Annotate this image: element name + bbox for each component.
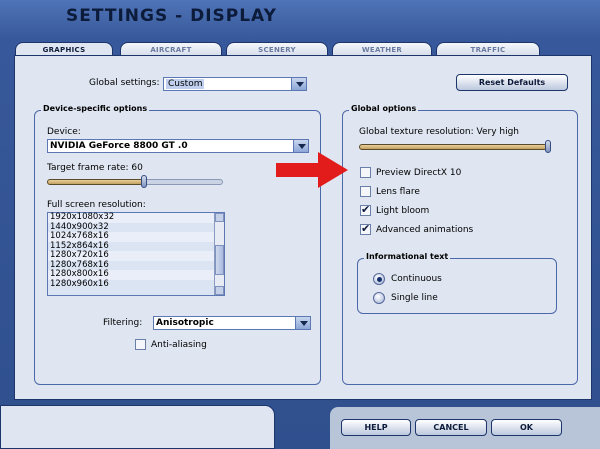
informational-text-group: Informational text Continuous Single lin… [357,252,557,314]
global-settings-value: Custom [166,79,205,89]
filtering-select[interactable]: Anisotropic [153,316,311,330]
resolution-scrollbar[interactable] [214,213,224,295]
window-title: SETTINGS - DISPLAY [66,6,277,26]
lens-flare-checkbox[interactable] [360,186,371,197]
advanced-animations-label: Advanced animations [376,225,474,235]
scroll-down-icon[interactable] [215,286,224,295]
preview-directx10-label: Preview DirectX 10 [376,168,462,178]
device-select[interactable]: NVIDIA GeForce 8800 GT .0 [47,139,309,153]
continuous-label: Continuous [391,274,442,284]
resolution-label: Full screen resolution: [47,200,146,210]
frame-rate-slider-fill [47,179,143,185]
red-arrow-icon [276,152,348,188]
global-settings-label: Global settings: [89,78,160,88]
continuous-radio[interactable] [373,273,385,285]
global-options-group: Global options Global texture resolution… [342,104,578,385]
light-bloom-label: Light bloom [376,206,430,216]
texture-slider-fill [359,144,547,150]
texture-slider-thumb[interactable] [545,140,551,153]
help-button[interactable]: HELP [341,419,411,436]
frame-rate-slider-thumb[interactable] [141,175,147,188]
device-options-title: Device-specific options [41,104,150,113]
single-line-label: Single line [391,293,438,303]
advanced-animations-checkbox[interactable] [360,222,371,235]
footer-left-panel [0,405,275,449]
lens-flare-label: Lens flare [376,187,420,197]
global-options-title: Global options [349,104,419,113]
chevron-down-icon[interactable] [291,78,306,90]
anti-aliasing-checkbox[interactable] [135,339,146,350]
frame-rate-label: Target frame rate: 60 [47,163,143,173]
light-bloom-checkbox[interactable] [360,203,371,216]
chevron-down-icon[interactable] [295,317,310,329]
anti-aliasing-label: Anti-aliasing [151,340,207,350]
single-line-radio[interactable] [373,292,385,304]
list-item[interactable]: 1280x960x16 [48,279,224,290]
scroll-up-icon[interactable] [215,213,224,222]
filtering-label: Filtering: [103,318,143,328]
device-value: NVIDIA GeForce 8800 GT .0 [50,141,188,151]
cancel-button[interactable]: CANCEL [415,419,487,436]
frame-rate-slider-track[interactable] [143,179,223,185]
texture-resolution-label: Global texture resolution: Very high [359,127,520,137]
preview-directx10-checkbox[interactable] [360,167,371,178]
global-settings-select[interactable]: Custom [163,77,307,91]
resolution-list[interactable]: 1920x1080x32 1440x900x32 1024x768x16 115… [47,212,225,296]
graphics-panel: Global settings: Custom Reset Defaults D… [14,55,592,400]
scroll-thumb[interactable] [215,245,224,275]
filtering-value: Anisotropic [156,318,214,328]
settings-window: SETTINGS - DISPLAY GRAPHICS AIRCRAFT SCE… [0,0,600,449]
ok-button[interactable]: OK [491,419,562,436]
chevron-down-icon[interactable] [293,140,308,152]
device-label: Device: [47,127,81,137]
informational-text-title: Informational text [364,252,451,261]
reset-defaults-button[interactable]: Reset Defaults [456,74,568,91]
